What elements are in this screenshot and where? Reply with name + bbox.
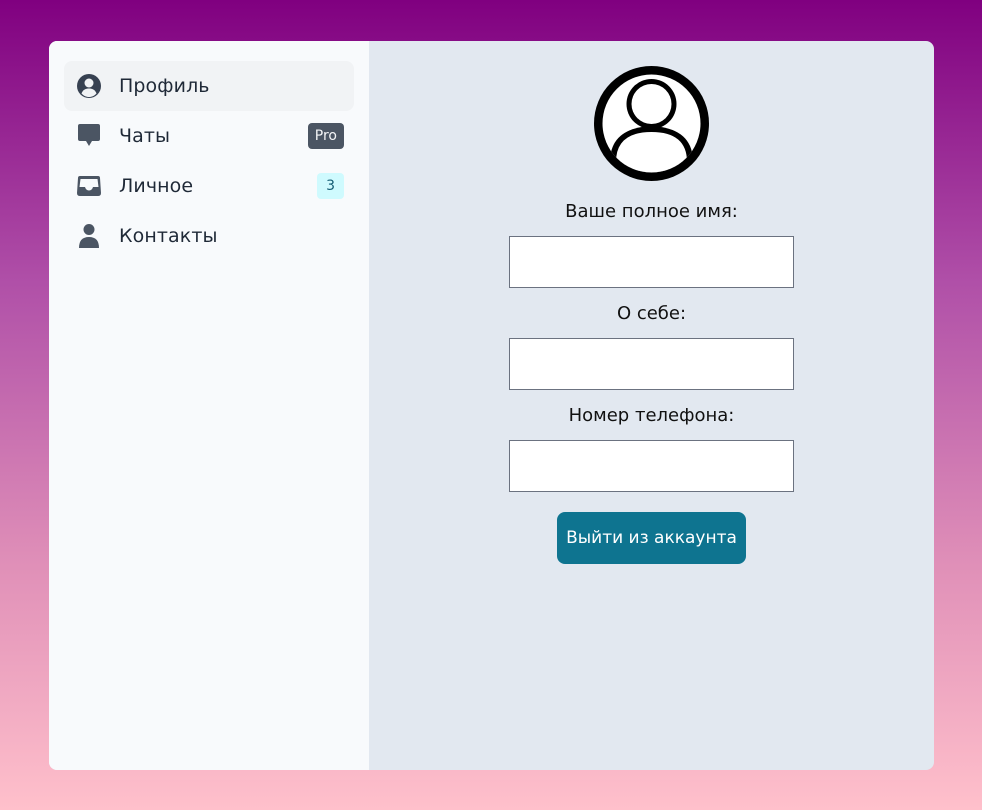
full-name-label: Ваше полное имя: xyxy=(565,201,738,222)
avatar xyxy=(594,66,709,181)
sidebar-item-label: Чаты xyxy=(119,125,171,147)
user-icon xyxy=(76,223,102,249)
sidebar-item-label: Личное xyxy=(119,175,194,197)
phone-input[interactable] xyxy=(509,440,794,492)
chat-bubble-icon xyxy=(76,123,102,149)
count-badge: 3 xyxy=(317,173,344,199)
phone-label: Номер телефона: xyxy=(568,405,735,426)
sidebar-item-personal[interactable]: Личное 3 xyxy=(64,161,354,211)
sidebar-item-label: Профиль xyxy=(119,75,210,97)
profile-panel: Ваше полное имя: О себе: Номер телефона:… xyxy=(369,41,934,770)
pro-badge: Pro xyxy=(307,123,344,149)
sidebar-item-label: Контакты xyxy=(119,225,218,247)
app-window: Профиль Чаты Pro Личное 3 Контакты Ваше … xyxy=(49,41,934,770)
user-circle-icon xyxy=(76,73,102,99)
full-name-input[interactable] xyxy=(509,236,794,288)
about-input[interactable] xyxy=(509,338,794,390)
sidebar-item-chats[interactable]: Чаты Pro xyxy=(64,111,354,161)
logout-button[interactable]: Выйти из аккаунта xyxy=(557,512,746,564)
sidebar-item-profile[interactable]: Профиль xyxy=(64,61,354,111)
sidebar-item-contacts[interactable]: Контакты xyxy=(64,211,354,261)
user-circle-icon xyxy=(594,66,709,181)
about-label: О себе: xyxy=(616,303,687,324)
inbox-icon xyxy=(76,173,102,199)
sidebar: Профиль Чаты Pro Личное 3 Контакты xyxy=(49,41,369,770)
